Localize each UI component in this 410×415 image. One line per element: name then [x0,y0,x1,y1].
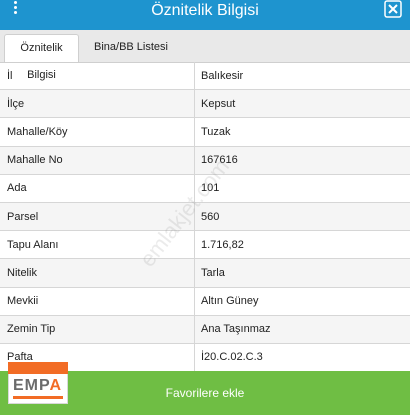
attribute-table: İl Balıkesir İlçe Kepsut Mahalle/Köy Tuz… [0,62,410,373]
table-row: Ada 101 [0,174,410,203]
table-row: Mahalle/Köy Tuzak [0,118,410,147]
row-key: Tapu Alanı [0,231,195,259]
row-value: İ20.C.02.C.3 [201,351,263,364]
tab-bar: Öznitelik Bilgisi Bina/BB Listesi [0,30,410,81]
table-row: Mevkii Altın Güney [0,287,410,316]
row-key: Mahalle/Köy [0,118,195,146]
logo-wordmark: EMPA [13,377,62,395]
row-key: Parsel [0,202,195,231]
tab-building-list[interactable]: Bina/BB Listesi [88,34,174,61]
table-row: Parsel 560 [0,202,410,232]
row-value: Ana Taşınmaz [201,323,271,336]
row-key: Nitelik [0,259,195,287]
logo-text-prefix: EMP [13,377,50,394]
logo-underline [13,396,63,399]
row-value: Balıkesir [201,69,244,82]
row-value: 560 [201,210,220,223]
logo-text-accent: A [49,377,63,394]
table-row: Zemin Tip Ana Taşınmaz [0,315,410,344]
table-row: Tapu Alanı 1.716,82 [0,231,410,260]
table-row: Mahalle No 167616 [0,146,410,175]
table-row: Nitelik Tarla [0,259,410,288]
row-key: Ada [0,174,195,202]
row-key: İlçe [0,90,195,118]
tab-attribute-info[interactable]: Öznitelik Bilgisi [4,34,79,81]
row-value: 1.716,82 [201,238,244,251]
row-key: İl [0,62,195,90]
table-row: İl Balıkesir [0,62,410,91]
empa-logo: EMPA [8,362,68,404]
title-bar: Öznitelik Bilgisi [0,0,410,30]
logo-top-tab [8,362,68,374]
page-title: Öznitelik Bilgisi [151,2,259,19]
row-key: Mevkii [0,287,195,315]
row-key: Zemin Tip [0,315,195,343]
row-value: Tuzak [201,125,231,138]
row-value: Tarla [201,266,225,279]
row-value: 167616 [201,154,238,167]
row-value: Altın Güney [201,295,259,308]
table-row: İlçe Kepsut [0,90,410,119]
row-key: Mahalle No [0,146,195,174]
row-value: 101 [201,182,220,195]
close-icon[interactable] [384,0,402,18]
row-value: Kepsut [201,97,236,110]
